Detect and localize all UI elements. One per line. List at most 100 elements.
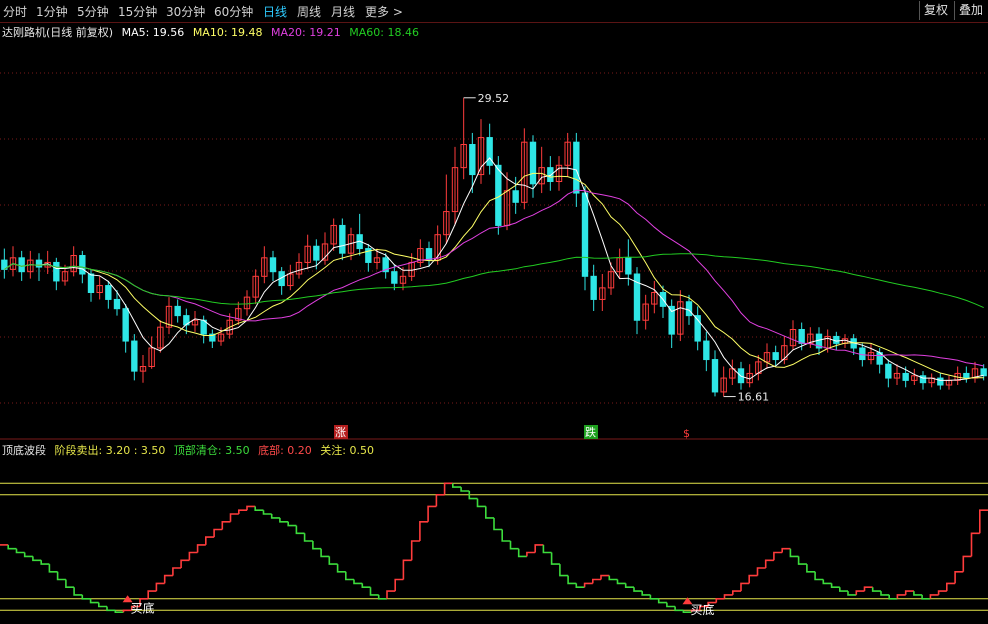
wave-step-23 [188, 551, 198, 561]
indicator-bottom: 底部: 0.20 [258, 444, 312, 457]
candle-body-79 [685, 301, 693, 317]
wave-step-119 [979, 509, 988, 534]
candle-body-99 [859, 347, 866, 361]
wave-step-103 [847, 591, 857, 596]
candlestick-chart[interactable]: 29.52 16.61 涨 跌 $ [0, 22, 988, 440]
tab-30min[interactable]: 30分钟 [166, 3, 205, 20]
wave-step-47 [386, 590, 396, 599]
indicator-clear: 顶部清仓: 3.50 [173, 444, 250, 457]
wave-step-75 [616, 579, 626, 585]
tab-5min[interactable]: 5分钟 [77, 3, 109, 20]
wave-step-41 [336, 564, 346, 573]
wave-step-18 [147, 590, 157, 599]
indicator-watch: 关注: 0.50 [320, 444, 374, 457]
tab-1min[interactable]: 1分钟 [36, 3, 68, 20]
wave-step-116 [954, 571, 964, 584]
wave-step-28 [229, 513, 239, 522]
buy-label-2: 买底 [690, 602, 714, 617]
wave-step-29 [238, 509, 247, 514]
candle-body-10 [87, 273, 95, 293]
candle-body-72 [625, 257, 632, 275]
wave-step-5 [40, 560, 50, 565]
candle-body-61 [529, 141, 537, 185]
wave-step-9 [73, 587, 83, 596]
indicator-title: 顶底波段 [2, 444, 46, 457]
wave-step-80 [657, 598, 667, 604]
wave-step-74 [608, 575, 618, 581]
wave-step-54 [443, 482, 453, 495]
candle-body-108 [937, 377, 944, 386]
tab-weekly[interactable]: 周线 [297, 3, 321, 20]
wave-step-11 [89, 598, 99, 604]
wave-step-90 [740, 582, 750, 592]
wave-step-42 [345, 571, 354, 581]
wave-step-92 [756, 567, 766, 576]
wave-step-51 [419, 521, 429, 541]
wave-step-106 [871, 587, 881, 592]
wave-step-25 [205, 536, 215, 545]
tab-monthly[interactable]: 月线 [331, 3, 355, 20]
wave-step-12 [98, 602, 107, 608]
candle-body-12 [105, 285, 112, 300]
wave-step-2 [15, 548, 25, 554]
indicator-chart[interactable]: 买底 买底 [0, 458, 988, 624]
wave-step-24 [196, 544, 206, 553]
s-tag: $ [683, 427, 690, 440]
fall-tag: 跌 [585, 425, 596, 439]
indicator-sell: 阶段卖出: 3.20 : 3.50 [54, 444, 166, 457]
wave-step-45 [369, 587, 379, 596]
candle-body-113 [980, 368, 987, 377]
wave-step-55 [452, 483, 462, 488]
wave-step-59 [485, 506, 494, 519]
tab-60min[interactable]: 60分钟 [214, 3, 253, 20]
wave-step-70 [575, 583, 585, 588]
wave-step-108 [888, 594, 898, 600]
wave-step-21 [172, 567, 182, 576]
wave-step-19 [155, 582, 165, 592]
wave-step-65 [534, 544, 544, 553]
tab-15min[interactable]: 15分钟 [118, 3, 157, 20]
wave-step-78 [641, 591, 651, 596]
wave-step-8 [65, 579, 75, 588]
candle-body-68 [590, 275, 597, 300]
wave-step-62 [509, 541, 519, 550]
candle-body-89 [772, 352, 779, 361]
candle-body-6 [53, 261, 60, 282]
wave-step-50 [410, 540, 420, 561]
wave-step-31 [254, 506, 264, 511]
wave-step-6 [48, 564, 58, 573]
wave-step-56 [460, 487, 470, 492]
tab-daily[interactable]: 日线 [263, 3, 287, 20]
candle-body-20 [174, 305, 181, 317]
wave-step-37 [303, 533, 313, 542]
wave-step-4 [32, 556, 42, 562]
wave-step-96 [789, 548, 799, 558]
wave-step-48 [394, 578, 404, 592]
candle-body-39 [339, 224, 346, 254]
wave-step-13 [106, 606, 116, 612]
wave-step-1 [7, 544, 17, 550]
wave-step-73 [600, 574, 610, 580]
wave-step-69 [567, 575, 577, 585]
adjust-button[interactable]: 复权 [919, 1, 952, 20]
wave-step-95 [781, 547, 791, 553]
tab-more[interactable]: 更多 > [365, 3, 403, 20]
wave-step-115 [946, 582, 956, 592]
candle-body-63 [547, 167, 554, 182]
wave-step-46 [377, 594, 387, 600]
wave-step-30 [246, 505, 256, 511]
wave-step-36 [295, 525, 305, 535]
candle-body-102 [885, 363, 892, 379]
wave-step-76 [624, 583, 634, 588]
overlay-button[interactable]: 叠加 [954, 1, 987, 20]
wave-step-97 [797, 556, 807, 565]
indicator-legend: 顶底波段 阶段卖出: 3.20 : 3.50 顶部清仓: 3.50 底部: 0.… [2, 442, 379, 458]
wave-step-91 [748, 574, 758, 584]
wave-step-105 [863, 586, 873, 592]
wave-step-98 [806, 564, 816, 573]
wave-step-72 [592, 578, 601, 584]
tab-intraday[interactable]: 分时 [3, 3, 27, 20]
candle-body-14 [122, 308, 129, 342]
candle-body-81 [703, 340, 710, 361]
wave-step-53 [435, 494, 445, 507]
